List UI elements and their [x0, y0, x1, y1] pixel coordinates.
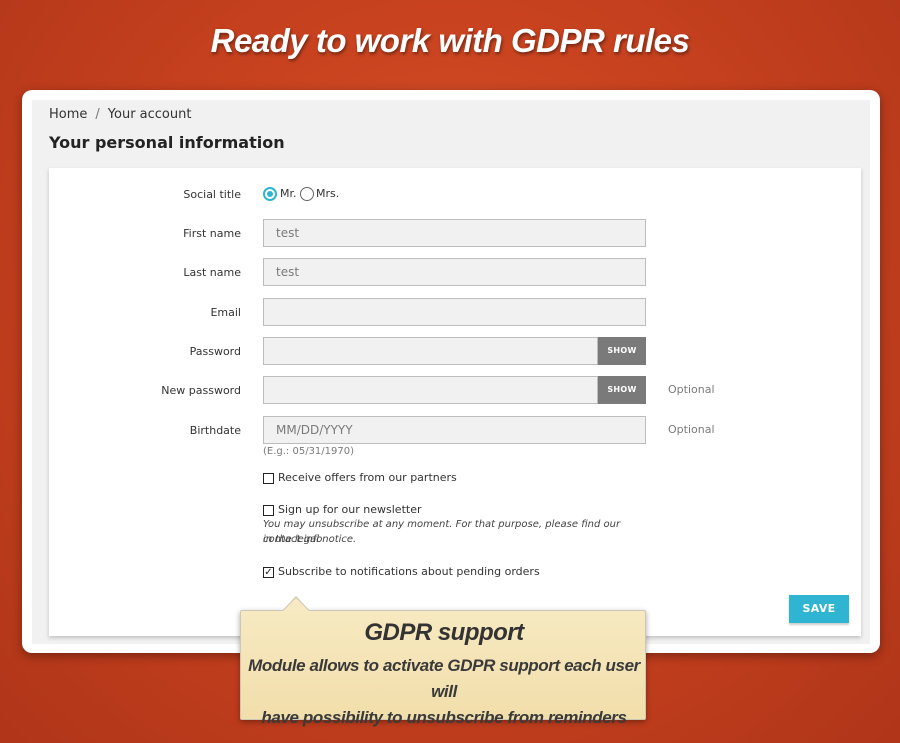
- last-name-input[interactable]: test: [263, 258, 646, 286]
- birthdate-label: Birthdate: [189, 424, 241, 437]
- password-show-button[interactable]: SHOW: [598, 337, 646, 365]
- radio-mrs-label: Mrs.: [316, 187, 340, 200]
- email-label: Email: [210, 306, 241, 319]
- birthdate-input[interactable]: MM/DD/YYYY: [263, 416, 646, 444]
- pending-orders-label: Subscribe to notifications about pending…: [278, 565, 540, 578]
- new-password-show-button[interactable]: SHOW: [598, 376, 646, 404]
- pending-orders-checkbox[interactable]: ✓: [263, 567, 274, 578]
- first-name-label: First name: [183, 227, 241, 240]
- check-icon: ✓: [264, 567, 273, 578]
- partners-offers-label: Receive offers from our partners: [278, 471, 457, 484]
- screenshot-card: Home / Your account Your personal informat…: [22, 90, 880, 653]
- callout-title: GDPR support: [364, 619, 524, 646]
- new-password-input[interactable]: [263, 376, 598, 404]
- newsletter-label: Sign up for our newsletter: [278, 503, 422, 516]
- page-title: Your personal information: [49, 133, 285, 152]
- last-name-label: Last name: [183, 266, 241, 279]
- social-title-label: Social title: [183, 188, 241, 201]
- callout-line1: Module allows to activate GDPR support e…: [248, 656, 640, 701]
- birthdate-optional: Optional: [668, 423, 715, 436]
- newsletter-checkbox[interactable]: [263, 505, 274, 516]
- gdpr-callout: GDPR support Module allows to activate G…: [240, 610, 646, 727]
- breadcrumb: Home / Your account: [49, 107, 191, 122]
- callout-pointer-fill: [283, 598, 309, 611]
- email-input[interactable]: [263, 298, 646, 326]
- newsletter-note-line2: in the legal notice.: [263, 534, 357, 545]
- radio-mr-label: Mr.: [280, 187, 297, 200]
- personal-info-form: Social title Mr. Mrs. First name test La…: [49, 168, 861, 636]
- account-page: Home / Your account Your personal informat…: [32, 100, 870, 644]
- new-password-optional: Optional: [668, 383, 715, 396]
- password-input[interactable]: [263, 337, 598, 365]
- password-label: Password: [189, 345, 241, 358]
- breadcrumb-current[interactable]: Your account: [108, 107, 192, 122]
- banner-title: Ready to work with GDPR rules: [210, 22, 690, 59]
- radio-mrs[interactable]: [300, 187, 314, 201]
- callout-line2: have possibility to unsubscribe from rem…: [261, 708, 627, 727]
- breadcrumb-separator: /: [95, 107, 100, 122]
- first-name-input[interactable]: test: [263, 219, 646, 247]
- callout-text: Module allows to activate GDPR support e…: [247, 653, 641, 731]
- birthdate-hint: (E.g.: 05/31/1970): [263, 446, 355, 457]
- breadcrumb-home-link[interactable]: Home: [49, 107, 87, 122]
- save-button[interactable]: SAVE: [789, 595, 849, 623]
- radio-mr[interactable]: [263, 187, 277, 201]
- partners-offers-checkbox[interactable]: [263, 473, 274, 484]
- new-password-label: New password: [161, 384, 241, 397]
